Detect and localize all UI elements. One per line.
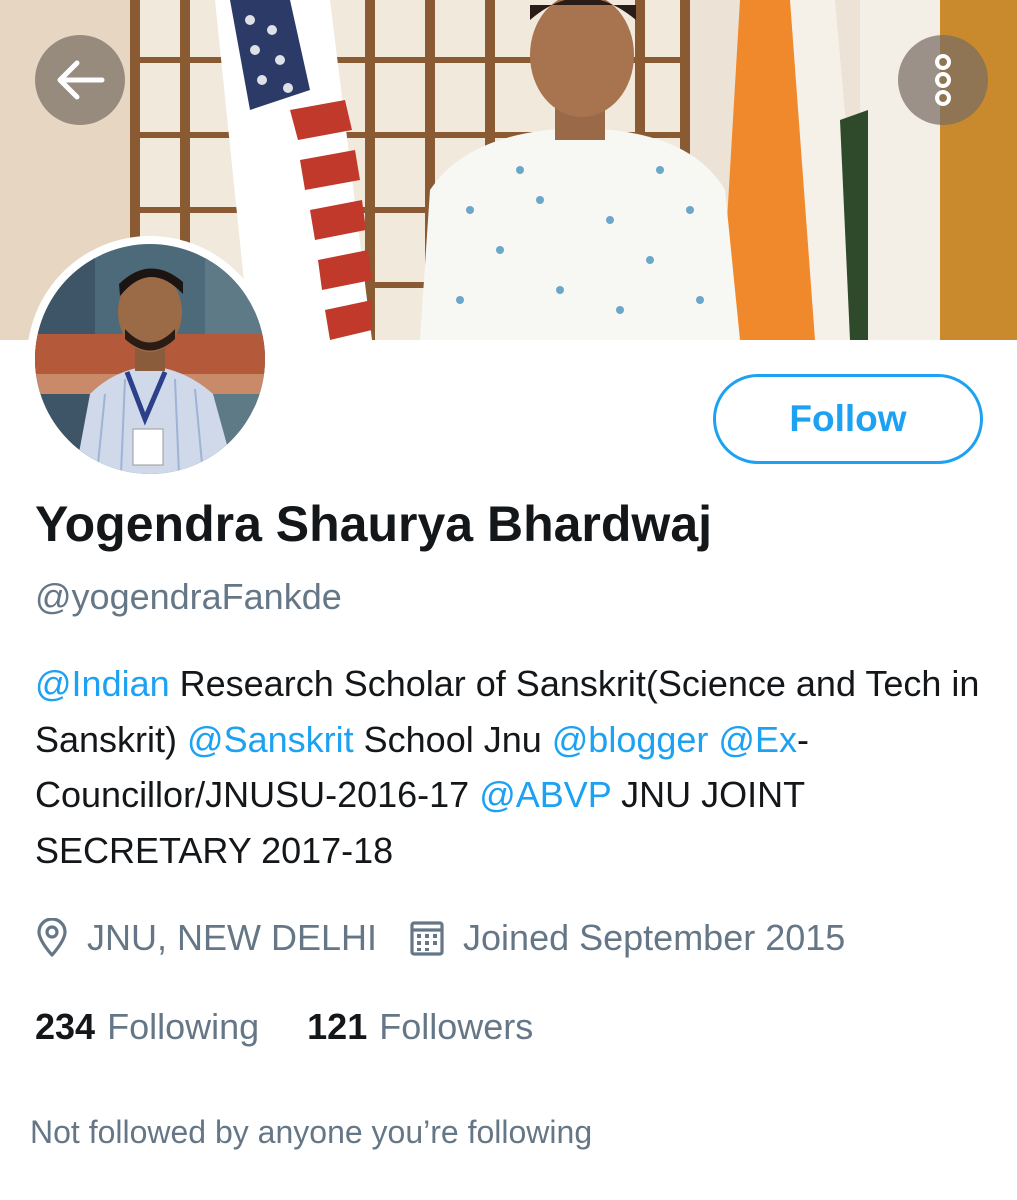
profile-bio: @Indian Research Scholar of Sanskrit(Sci… (35, 656, 995, 878)
back-button[interactable] (35, 35, 125, 125)
profile-meta: JNU, NEW DELHI Joined September 2015 (35, 912, 845, 964)
followers-count: 121 (307, 1006, 368, 1047)
follow-button[interactable]: Follow (713, 374, 983, 464)
followers-stat[interactable]: 121 Followers (307, 1006, 533, 1048)
display-name: Yogendra Shaurya Bhardwaj (35, 496, 713, 552)
profile-stats: 234 Following 121 Followers (35, 1002, 533, 1052)
followed-by-note: Not followed by anyone you’re following (30, 1114, 593, 1150)
bio-text (708, 719, 718, 760)
arrow-left-icon (55, 59, 105, 101)
username-handle: @yogendraFankde (35, 576, 342, 617)
location-pin-icon (35, 918, 69, 958)
bio-mention-link[interactable]: @blogger (552, 719, 709, 760)
following-label: Following (107, 1006, 260, 1047)
bio-mention-link[interactable]: @Sanskrit (187, 719, 354, 760)
more-vertical-icon (932, 53, 954, 107)
profile-avatar[interactable] (27, 236, 273, 482)
avatar-photo (35, 244, 265, 474)
following-count: 234 (35, 1006, 96, 1047)
calendar-icon (409, 919, 445, 957)
more-options-button[interactable] (898, 35, 988, 125)
bio-mention-link[interactable]: @Indian (35, 663, 170, 704)
bio-text: School Jnu (353, 718, 552, 760)
bio-mention-link[interactable]: @ABVP (479, 774, 611, 815)
following-stat[interactable]: 234 Following (35, 1006, 259, 1048)
bio-mention-link[interactable]: @Ex (718, 719, 797, 760)
followers-label: Followers (379, 1006, 534, 1047)
profile-joined-date: Joined September 2015 (463, 917, 846, 958)
profile-location: JNU, NEW DELHI (87, 917, 378, 958)
